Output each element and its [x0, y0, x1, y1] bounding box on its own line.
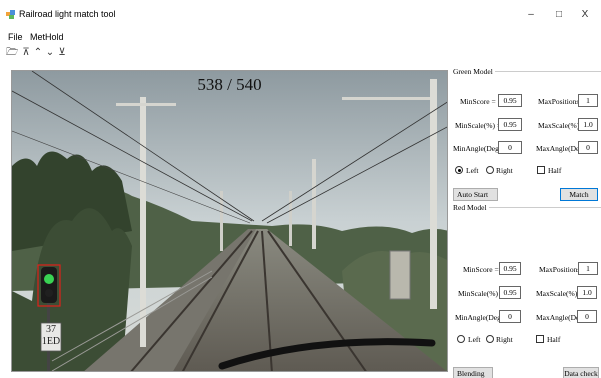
- toolbar: 🗁 ⊼ ⌃ ⌄ ⊻: [0, 46, 601, 62]
- green-model-divider: [480, 71, 601, 72]
- red-model-title: Red Model: [453, 203, 489, 212]
- blending-tool-button[interactable]: Blending tool: [453, 367, 493, 378]
- red-right-radio[interactable]: [486, 335, 494, 343]
- maximize-button[interactable]: □: [549, 6, 569, 24]
- window-title: Railroad light match tool: [19, 9, 116, 19]
- green-right-radio[interactable]: [486, 166, 494, 174]
- green-max-scale-field[interactable]: 1.0: [578, 118, 598, 131]
- control-panel: Green Model MinScore = 0.95 MaxPositions…: [450, 62, 601, 378]
- previous-frame-icon[interactable]: ⌃: [32, 46, 44, 60]
- green-min-score-label: MinScore =: [460, 97, 496, 106]
- red-max-angle-field[interactable]: 0: [577, 310, 597, 323]
- app-icon: [6, 10, 15, 19]
- km-sign-number: 37: [46, 324, 56, 335]
- green-min-angle-field[interactable]: 0: [498, 141, 522, 154]
- red-min-scale-field[interactable]: 0.95: [499, 286, 521, 299]
- red-min-score-label: MinScore =: [463, 265, 499, 274]
- red-max-positions-field[interactable]: 1: [578, 262, 598, 275]
- red-min-scale-label: MinScale(%) =: [458, 289, 505, 298]
- red-right-label: Right: [496, 335, 513, 344]
- green-max-angle-field[interactable]: 0: [578, 141, 598, 154]
- green-right-label: Right: [496, 166, 513, 175]
- red-half-checkbox[interactable]: [536, 335, 544, 343]
- green-min-scale-field[interactable]: 0.95: [498, 118, 522, 131]
- red-left-label: Left: [468, 335, 481, 344]
- auto-start-button[interactable]: Auto Start: [453, 188, 498, 201]
- menu-method[interactable]: MetHold: [30, 32, 64, 42]
- red-min-score-field[interactable]: 0.95: [499, 262, 521, 275]
- red-max-scale-field[interactable]: 1.0: [577, 286, 597, 299]
- green-half-checkbox[interactable]: [537, 166, 545, 174]
- title-bar: Railroad light match tool – □ X: [0, 0, 601, 30]
- green-min-score-field[interactable]: 0.95: [498, 94, 522, 107]
- open-folder-icon[interactable]: 🗁: [6, 46, 18, 60]
- menu-file[interactable]: File: [8, 32, 23, 42]
- next-frame-icon[interactable]: ⌄: [44, 46, 56, 60]
- red-model-divider: [478, 207, 601, 208]
- green-half-label: Half: [548, 166, 562, 175]
- green-left-label: Left: [466, 166, 479, 175]
- menu-bar: File MetHold: [0, 30, 601, 44]
- first-frame-icon[interactable]: ⊼: [20, 46, 32, 60]
- match-button[interactable]: Match: [560, 188, 598, 201]
- red-min-angle-field[interactable]: 0: [499, 310, 521, 323]
- green-max-positions-field[interactable]: 1: [578, 94, 598, 107]
- railway-scene-image: [12, 71, 447, 371]
- red-left-radio[interactable]: [457, 335, 465, 343]
- minimize-button[interactable]: –: [521, 6, 541, 24]
- km-sign-code: 1ED: [41, 336, 61, 347]
- image-viewer[interactable]: 538 / 540 37 1ED: [11, 70, 448, 372]
- red-half-label: Half: [547, 335, 561, 344]
- frame-counter: 538 / 540: [197, 75, 262, 94]
- green-model-title: Green Model: [453, 67, 495, 76]
- green-min-scale-label: MinScale(%) =: [455, 121, 502, 130]
- last-frame-icon[interactable]: ⊻: [56, 46, 68, 60]
- close-button[interactable]: X: [575, 6, 595, 24]
- data-check-button[interactable]: Data check: [563, 367, 599, 378]
- green-left-radio[interactable]: [455, 166, 463, 174]
